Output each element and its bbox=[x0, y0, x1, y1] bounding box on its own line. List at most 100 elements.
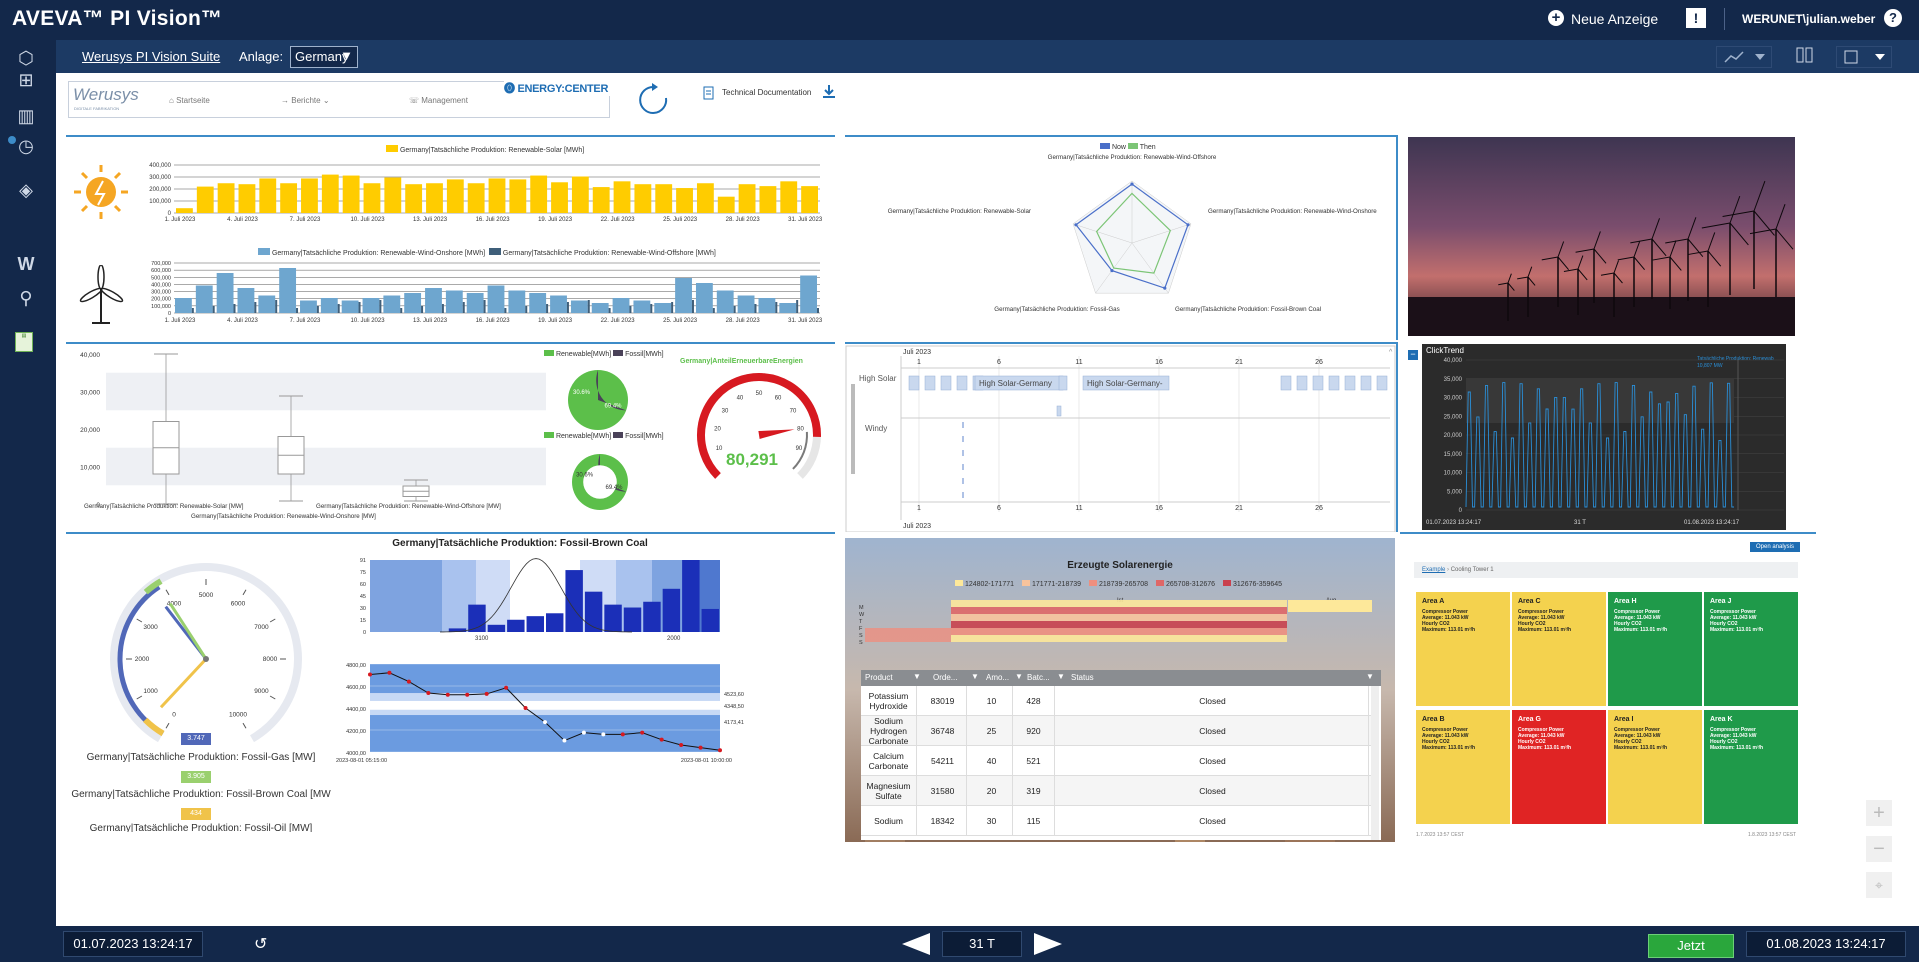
offshore-bar bbox=[462, 302, 465, 313]
y-tick-label: 100,000 bbox=[151, 304, 171, 310]
area-tile[interactable]: Area G Compressor Power Average: 11.043 kW… bbox=[1512, 710, 1606, 824]
history-icon[interactable]: ◷ bbox=[14, 134, 38, 158]
col-status[interactable]: Status bbox=[1071, 673, 1094, 682]
radar-label: Germany|Tatsächliche Produktion: Renewab… bbox=[888, 208, 1031, 215]
col-amount[interactable]: Amo... bbox=[986, 673, 1009, 682]
now-button[interactable]: Jetzt bbox=[1648, 934, 1734, 958]
anlage-select[interactable]: Germany ▼ bbox=[290, 46, 358, 68]
nav-management[interactable]: ☏ Management bbox=[409, 96, 468, 105]
forward-arrow-icon[interactable] bbox=[1034, 933, 1062, 960]
plus-circle-icon[interactable]: + bbox=[1548, 10, 1564, 26]
open-analysis-button[interactable]: Open analysis bbox=[1750, 542, 1800, 552]
filter-icon[interactable]: ▼ bbox=[1366, 672, 1374, 681]
table-row[interactable]: Sodium 18342 30 115 Closed bbox=[861, 806, 1371, 836]
heat-cell bbox=[1119, 635, 1203, 642]
search-icon[interactable]: ⚲ bbox=[14, 286, 38, 310]
zoom-out-button[interactable]: − bbox=[1866, 836, 1892, 862]
new-display-button[interactable]: Neue Anzeige bbox=[1571, 11, 1658, 27]
offshore-bar bbox=[712, 308, 715, 313]
help-icon[interactable]: ? bbox=[1884, 9, 1902, 27]
solar-bar bbox=[426, 183, 443, 213]
x-tick-label: 1. Juli 2023 bbox=[165, 318, 196, 324]
werusys-logo-sub: DIGITALE FABRIKATION bbox=[74, 106, 120, 111]
histogram-bar bbox=[565, 570, 583, 632]
distribution-band bbox=[370, 560, 442, 632]
x-tick-label: 22. Juli 2023 bbox=[601, 217, 636, 223]
chevron-down-icon: ▼ bbox=[340, 48, 353, 63]
energy-center-logo[interactable]: ⓿ ENERGY:CENTER bbox=[504, 80, 610, 96]
table-row[interactable]: Potassium Hydroxide 83019 10 428 Closed bbox=[861, 686, 1371, 716]
table-scrollbar[interactable] bbox=[1371, 686, 1379, 840]
weekday-label: W bbox=[859, 612, 865, 618]
share-gauge-value: 80,291 bbox=[726, 450, 778, 469]
y-tick-label: 0 bbox=[363, 630, 366, 636]
calculator-icon[interactable]: ⊞ bbox=[14, 68, 38, 92]
area-tile[interactable]: Area A Compressor Power Average: 11.043 kW… bbox=[1416, 592, 1510, 706]
col-order[interactable]: Orde... bbox=[933, 673, 957, 682]
library-icon[interactable]: ▥ bbox=[14, 104, 38, 128]
refresh-icon[interactable] bbox=[636, 82, 672, 118]
offshore-bar bbox=[546, 304, 549, 313]
user-name[interactable]: WERUNET\julian.weber bbox=[1742, 12, 1875, 26]
solar-table-panel: Erzeugte Solarenergie 124802-171771 1717… bbox=[845, 538, 1395, 842]
area-tile[interactable]: Area H Compressor Power Average: 11.043 kW… bbox=[1608, 592, 1702, 706]
solar-bar bbox=[259, 178, 277, 213]
y-tick-label: 300,000 bbox=[151, 290, 171, 296]
nav-home-label: Startseite bbox=[176, 96, 210, 105]
offshore-bar bbox=[817, 308, 819, 313]
green-doc-icon[interactable]: ▤ bbox=[15, 332, 33, 352]
zoom-in-button[interactable]: + bbox=[1866, 800, 1892, 826]
area-tile[interactable]: Area K Compressor Power Average: 11.043 kW… bbox=[1704, 710, 1798, 824]
filter-icon[interactable]: ▼ bbox=[1057, 672, 1065, 681]
filter-icon[interactable]: ▼ bbox=[913, 672, 921, 681]
share-gauge-title: Germany|AnteilErneuerbareEnergien bbox=[680, 358, 803, 365]
x-tick-label: 7. Juli 2023 bbox=[290, 318, 321, 324]
werusys-icon[interactable]: W bbox=[14, 252, 38, 276]
col-batch[interactable]: Batc... bbox=[1027, 673, 1050, 682]
col-product[interactable]: Product bbox=[865, 673, 893, 682]
trend-toggle-button[interactable] bbox=[1716, 46, 1772, 68]
area-tile[interactable]: Area B Compressor Power Average: 11.043 kW… bbox=[1416, 710, 1510, 824]
weekday-label: F bbox=[859, 626, 863, 632]
end-time-input[interactable]: 01.08.2023 13:24:17 bbox=[1746, 931, 1906, 957]
area-tile[interactable]: Area C Compressor Power Average: 11.043 kW… bbox=[1512, 592, 1606, 706]
diamond-icon[interactable]: ◈ bbox=[14, 178, 38, 202]
filter-icon[interactable]: ▼ bbox=[971, 672, 979, 681]
radar-chart: Germany|Tatsächliche Produktion: Renewab… bbox=[888, 154, 1378, 313]
revert-icon[interactable]: ↺ bbox=[254, 934, 267, 954]
tech-doc-link[interactable]: Technical Documentation bbox=[722, 88, 811, 97]
gauge-tick bbox=[269, 695, 276, 700]
heat-cell bbox=[951, 621, 1035, 628]
pie1-legend: Renewable[MWh] Fossil[MWh] bbox=[544, 350, 664, 358]
onshore-bar bbox=[445, 290, 463, 313]
table-row[interactable]: Calcium Carbonate 54211 40 521 Closed bbox=[861, 746, 1371, 776]
table-row[interactable]: Magnesium Sulfate 31580 20 319 Closed bbox=[861, 776, 1371, 806]
solar-legend-label: Germany|Tatsächliche Produktion: Renewab… bbox=[399, 147, 585, 154]
area-tile[interactable]: Area I Compressor Power Average: 11.043 kW… bbox=[1608, 710, 1702, 824]
suite-link[interactable]: Werusys PI Vision Suite bbox=[82, 49, 220, 64]
solar-bar bbox=[634, 184, 652, 213]
document-icon bbox=[703, 86, 715, 100]
compare-icon[interactable] bbox=[1796, 46, 1814, 66]
area-tile[interactable]: Area J Compressor Power Average: 11.043 kW… bbox=[1704, 592, 1798, 706]
collapse-icon[interactable]: − bbox=[1408, 350, 1418, 360]
offshore-bar bbox=[421, 306, 424, 313]
heat-cell bbox=[1035, 614, 1119, 621]
fit-icon[interactable]: ⌖ bbox=[1866, 872, 1892, 898]
back-arrow-icon[interactable] bbox=[902, 933, 930, 960]
onshore-bar bbox=[591, 303, 609, 313]
download-icon[interactable] bbox=[822, 84, 836, 98]
breadcrumb-example[interactable]: Example bbox=[1422, 567, 1445, 573]
day-label: 11 bbox=[1075, 359, 1082, 366]
table-row[interactable]: Sodium Hydrogen Carbonate 36748 25 920 Close… bbox=[861, 716, 1371, 746]
heat-cell bbox=[1119, 600, 1203, 607]
heat-cell bbox=[1203, 621, 1287, 628]
duration-input[interactable]: 31 T bbox=[942, 931, 1022, 957]
alert-icon[interactable]: ! bbox=[1686, 8, 1706, 28]
save-button[interactable] bbox=[1836, 46, 1892, 68]
cube-icon[interactable]: ⬡ bbox=[14, 46, 38, 70]
nav-home[interactable]: ⌂ Startseite bbox=[169, 96, 210, 105]
start-time-input[interactable]: 01.07.2023 13:24:17 bbox=[63, 931, 203, 957]
nav-reports[interactable]: → Berichte ⌄ bbox=[281, 96, 330, 105]
filter-icon[interactable]: ▼ bbox=[1015, 672, 1023, 681]
